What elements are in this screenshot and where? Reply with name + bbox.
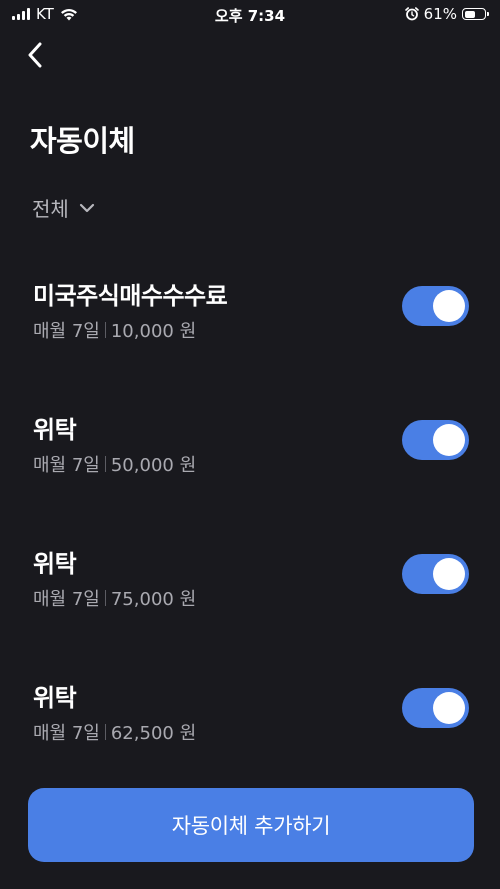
toggle-knob (433, 290, 465, 322)
battery-fill (464, 10, 476, 18)
list-item[interactable]: 위탁 매월 7일 62,500 원 (0, 672, 500, 772)
transfer-title: 위탁 (33, 684, 77, 712)
back-button[interactable] (20, 40, 50, 70)
transfer-title: 위탁 (33, 416, 77, 444)
chevron-left-icon (28, 42, 42, 68)
battery-percent: 61% (423, 5, 457, 23)
transfer-toggle[interactable] (402, 420, 469, 460)
transfer-schedule: 매월 7일 (33, 723, 100, 744)
transfer-toggle[interactable] (402, 554, 469, 594)
transfer-schedule: 매월 7일 (33, 455, 100, 476)
transfer-amount: 50,000 원 (110, 455, 197, 476)
divider (104, 590, 106, 606)
chevron-down-icon (79, 203, 94, 212)
list-item[interactable]: 미국주식매수수수료 매월 7일 10,000 원 (0, 270, 500, 370)
transfer-amount: 10,000 원 (110, 321, 197, 342)
transfer-title: 위탁 (33, 550, 77, 578)
page-title: 자동이체 (30, 124, 135, 158)
transfer-details: 매월 7일 62,500 원 (33, 719, 196, 745)
divider (104, 724, 106, 740)
transfer-title: 미국주식매수수수료 (33, 282, 228, 310)
transfer-amount: 75,000 원 (110, 589, 197, 610)
transfer-details: 매월 7일 50,000 원 (33, 451, 196, 477)
transfer-details: 매월 7일 75,000 원 (33, 585, 196, 611)
filter-selected-label: 전체 (32, 197, 69, 221)
transfer-toggle[interactable] (402, 688, 469, 728)
transfer-schedule: 매월 7일 (33, 321, 100, 342)
add-auto-transfer-label: 자동이체 추가하기 (171, 814, 331, 838)
add-auto-transfer-button[interactable]: 자동이체 추가하기 (28, 788, 474, 862)
filter-dropdown[interactable]: 전체 (32, 193, 95, 222)
toggle-knob (433, 424, 465, 456)
transfer-schedule: 매월 7일 (33, 589, 100, 610)
transfer-toggle[interactable] (402, 286, 469, 326)
transfer-details: 매월 7일 10,000 원 (33, 317, 196, 343)
list-item[interactable]: 위탁 매월 7일 50,000 원 (0, 404, 500, 504)
alarm-clock-icon (404, 7, 419, 21)
list-item[interactable]: 위탁 매월 7일 75,000 원 (0, 538, 500, 638)
divider (104, 456, 106, 472)
transfer-amount: 62,500 원 (110, 723, 197, 744)
status-right: 61% (404, 5, 489, 23)
toggle-knob (433, 558, 465, 590)
battery-icon (462, 8, 489, 20)
divider (104, 322, 106, 338)
toggle-knob (433, 692, 465, 724)
status-bar: KT 오후 7:34 61% (0, 0, 500, 30)
